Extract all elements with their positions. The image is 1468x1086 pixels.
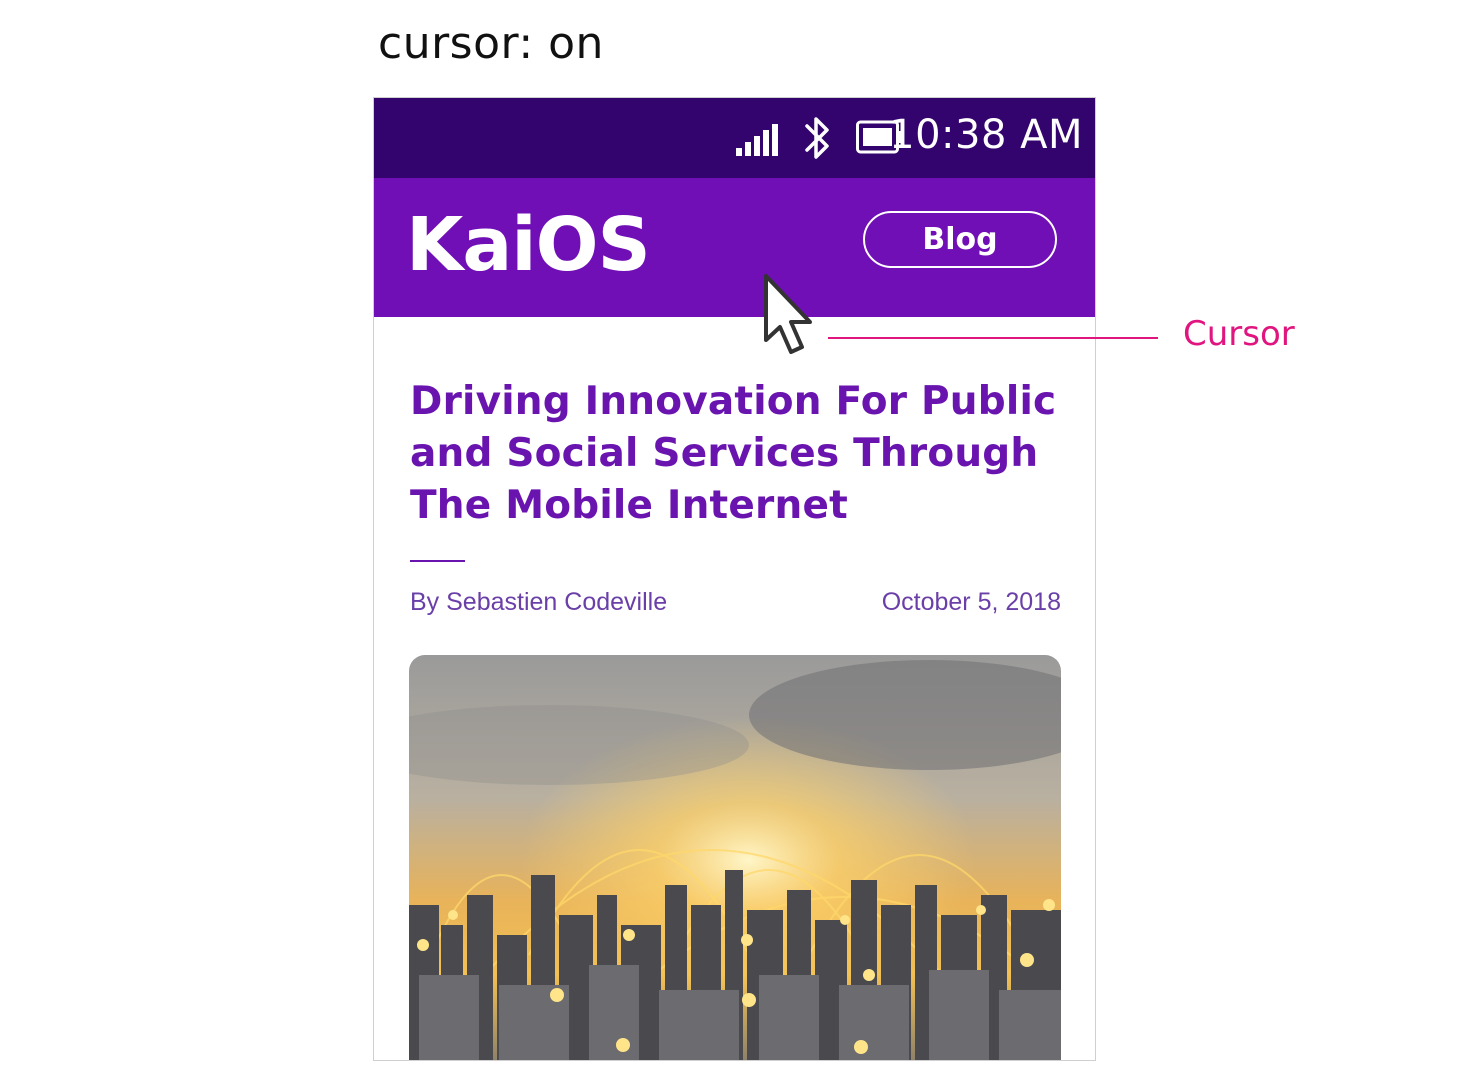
bluetooth-icon [805, 117, 829, 159]
signal-icon [736, 124, 778, 156]
status-bar: 10:38 AM [374, 98, 1095, 178]
state-caption: cursor: on [378, 18, 604, 69]
cursor-callout-label: Cursor [1183, 314, 1295, 354]
app-header: KaiOS Blog [374, 178, 1095, 317]
blog-button[interactable]: Blog [863, 211, 1057, 268]
status-time: 10:38 AM [889, 112, 1083, 158]
article-date: October 5, 2018 [881, 588, 1061, 616]
cursor-callout-line [828, 337, 1158, 339]
article-author: By Sebastien Codeville [410, 588, 668, 616]
city-skyline-image [409, 655, 1061, 1060]
title-divider [410, 560, 465, 562]
article-hero-image [409, 655, 1061, 1060]
phone-screen: 10:38 AM KaiOS Blog Driving Innovation F… [373, 97, 1096, 1061]
kaios-logo: KaiOS [406, 202, 651, 288]
mouse-cursor-icon [764, 274, 812, 354]
article-title[interactable]: Driving Innovation For Public and Social… [410, 376, 1070, 532]
